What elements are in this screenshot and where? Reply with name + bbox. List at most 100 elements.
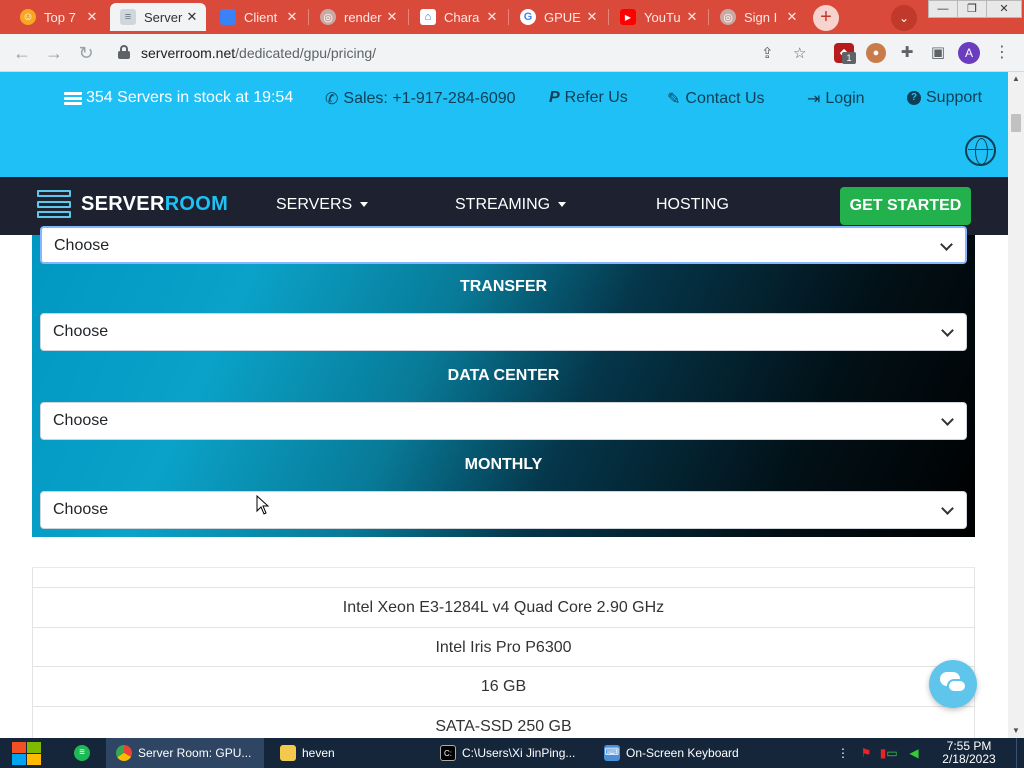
folder-icon [280, 745, 296, 761]
forward-arrow-icon[interactable]: → [42, 41, 66, 65]
server-stack-icon [64, 91, 82, 105]
login-link[interactable]: ⇥ Login [807, 89, 865, 109]
system-clock[interactable]: 7:55 PM 2/18/2023 [935, 740, 1003, 766]
question-circle-icon: ? [907, 91, 921, 105]
taskbar-folder-window[interactable]: heven [270, 738, 424, 768]
share-icon[interactable]: ⇪ [761, 44, 774, 62]
close-icon[interactable]: ✕ [784, 9, 800, 25]
minimize-button[interactable]: — [928, 0, 958, 18]
side-panel-icon[interactable]: ▣ [928, 43, 948, 63]
extensions-puzzle-icon[interactable]: ✚ [897, 43, 917, 63]
table-row: Intel Iris Pro P6300 [32, 627, 975, 667]
keyboard-icon: ⌨ [604, 745, 620, 761]
spec-table: Intel Xeon E3-1284L v4 Quad Core 2.90 GH… [32, 567, 975, 738]
url-text: serverroom.net/dedicated/gpu/pricing/ [141, 45, 377, 61]
tray-overflow-icon[interactable]: ⋮ [835, 745, 851, 761]
scroll-up-arrow-icon[interactable]: ▲ [1008, 72, 1024, 86]
window-close-button[interactable]: ✕ [986, 0, 1022, 18]
table-row: Intel Xeon E3-1284L v4 Quad Core 2.90 GH… [32, 588, 975, 628]
smiley-icon: ☺ [20, 9, 36, 25]
monthly-label: MONTHLY [464, 456, 543, 473]
close-icon[interactable]: ✕ [584, 9, 600, 25]
edit-icon: ✎ [667, 91, 681, 108]
tab-title: Client [244, 9, 278, 25]
scrollbar-thumb[interactable] [1011, 114, 1021, 132]
tab-divider [608, 9, 609, 25]
server-icon: ≡ [120, 9, 136, 25]
tab-divider [408, 9, 409, 25]
console-icon: C: [440, 745, 456, 761]
tab-server-room[interactable]: ≡ Server ✕ [110, 3, 206, 31]
show-desktop-button[interactable] [1016, 738, 1024, 768]
chat-bubble-button[interactable] [929, 660, 977, 708]
support-link[interactable]: ? Support [907, 89, 982, 107]
tab-divider [308, 9, 309, 25]
transfer-select[interactable]: Choose [40, 313, 967, 351]
scroll-down-arrow-icon[interactable]: ▼ [1008, 724, 1024, 738]
tab-top7[interactable]: ☺ Top 7 ✕ [10, 3, 106, 31]
mouse-pointer-icon [256, 495, 270, 515]
tab-title: Top 7 [44, 9, 76, 25]
profile-avatar[interactable]: A [958, 42, 980, 64]
close-icon[interactable]: ✕ [484, 9, 500, 25]
transfer-label: TRANSFER [459, 278, 548, 295]
language-globe-icon[interactable] [965, 135, 996, 166]
tab-gpue[interactable]: G GPUE ✕ [510, 3, 606, 31]
refer-us-link[interactable]: P Refer Us [549, 89, 628, 107]
taskbar-keyboard-window[interactable]: ⌨ On-Screen Keyboard [594, 738, 752, 768]
restore-button[interactable]: ❐ [957, 0, 987, 18]
server-logo-icon [37, 190, 71, 218]
nav-servers-dropdown[interactable]: SERVERS [276, 196, 369, 214]
bookmark-star-icon[interactable]: ☆ [793, 44, 806, 62]
stock-status: 354 Servers in stock at 19:54 [64, 89, 293, 107]
new-tab-button[interactable]: + [813, 5, 839, 31]
tab-chara[interactable]: ⌂ Chara ✕ [410, 3, 506, 31]
caret-down-icon [360, 202, 369, 208]
page-viewport: 354 Servers in stock at 19:54 ✆ Sales: +1… [0, 72, 1008, 738]
get-started-button[interactable]: GET STARTED [840, 187, 971, 225]
globe-icon: ◎ [720, 9, 736, 25]
tab-title: GPUE [544, 9, 581, 25]
vertical-scrollbar[interactable]: ▲ ▼ [1008, 72, 1024, 738]
network-icon[interactable]: ▭ [884, 745, 900, 761]
address-bar[interactable]: serverroom.net/dedicated/gpu/pricing/ ⇪ … [108, 38, 818, 68]
data-center-select[interactable]: Choose [40, 402, 967, 440]
monthly-select[interactable]: Choose [40, 491, 967, 529]
flag-icon[interactable]: ⚑ [858, 745, 874, 761]
contact-us-link[interactable]: ✎ Contact Us [667, 89, 765, 109]
taskbar-cmd-window[interactable]: C: C:\Users\Xi JinPing... [430, 738, 588, 768]
close-icon[interactable]: ✕ [284, 9, 300, 25]
close-icon[interactable]: ✕ [184, 9, 200, 25]
close-icon[interactable]: ✕ [384, 9, 400, 25]
back-arrow-icon[interactable]: ← [10, 41, 34, 65]
chevron-down-icon [940, 238, 953, 251]
tab-client[interactable]: Client ✕ [210, 3, 306, 31]
close-icon[interactable]: ✕ [684, 9, 700, 25]
taskbar-chrome-window[interactable]: Server Room: GPU... [106, 738, 264, 768]
sales-phone-link[interactable]: ✆ Sales: +1-917-284-6090 [325, 89, 516, 109]
avatar-extension-icon[interactable]: ● [866, 43, 886, 63]
more-menu-icon[interactable]: ⋮ [994, 42, 1010, 64]
browser-tab-strip: ☺ Top 7 ✕ ≡ Server ✕ Client ✕ ◎ render ✕… [0, 0, 1024, 34]
windows-taskbar: ≡ Server Room: GPU... heven C: C:\Users\… [0, 738, 1024, 768]
close-icon[interactable]: ✕ [84, 9, 100, 25]
nav-hosting-link[interactable]: HOSTING [656, 196, 729, 214]
nav-streaming-dropdown[interactable]: STREAMING [455, 196, 567, 214]
doc-icon [220, 9, 236, 25]
tab-render[interactable]: ◎ render ✕ [310, 3, 406, 31]
tab-title: YouTu [644, 9, 681, 25]
tab-search-button[interactable]: ⌄ [891, 5, 917, 31]
tab-title: render [344, 9, 382, 25]
spotify-taskbar-icon[interactable]: ≡ [64, 738, 98, 768]
volume-icon[interactable]: ◀ [906, 745, 922, 761]
tab-title: Server [144, 9, 183, 25]
globe-icon: ◎ [320, 9, 336, 25]
chrome-icon [116, 745, 132, 761]
site-logo[interactable]: SERVERROOM [37, 190, 228, 218]
top-filter-select[interactable]: Choose [40, 226, 967, 264]
reload-icon[interactable]: ↻ [74, 41, 98, 65]
tab-youtube[interactable]: ▶ YouTu ✕ [610, 3, 706, 31]
windows-start-icon[interactable] [10, 741, 42, 765]
tab-sign-in[interactable]: ◎ Sign I ✕ [710, 3, 806, 31]
chevron-down-icon [941, 324, 954, 337]
